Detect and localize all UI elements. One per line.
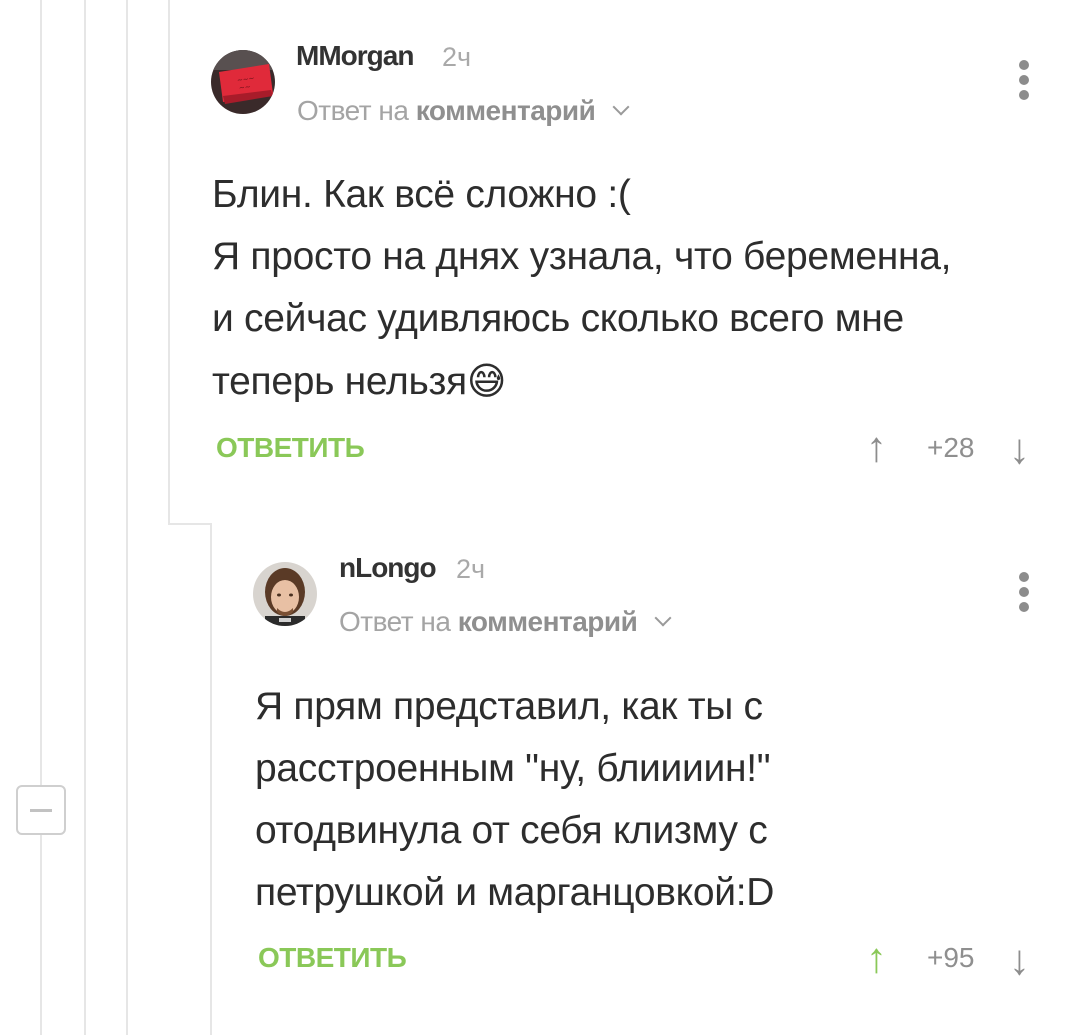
comment-thread: ~~~ ~~ MMorgan 2ч Ответ на комментарий Б… — [0, 0, 1080, 1035]
avatar-image — [253, 562, 317, 626]
arrow-down-icon[interactable]: ↓ — [1009, 939, 1030, 981]
reply-button[interactable]: ОТВЕТИТЬ — [258, 942, 407, 974]
comment-body: Я прям представил, как ты с расстроенным… — [255, 676, 774, 924]
chevron-down-icon — [654, 609, 672, 627]
comment-time: 2ч — [456, 554, 486, 584]
reply-to-link[interactable]: Ответ на комментарий — [339, 606, 672, 638]
reply-to-prefix: Ответ на — [339, 606, 451, 637]
reply-to-target: комментарий — [457, 606, 638, 637]
comment-text: Я прям представил, как ты с расстроенным… — [255, 685, 775, 914]
avatar[interactable] — [253, 562, 317, 626]
more-vertical-icon[interactable] — [1014, 572, 1034, 616]
vote-score: +95 — [927, 942, 975, 973]
comment-author[interactable]: nLongo — [339, 552, 437, 584]
arrow-up-icon[interactable]: ↑ — [866, 937, 887, 979]
comment-nlongo: nLongo 2ч Ответ на комментарий Я прям пр… — [0, 0, 1080, 1035]
